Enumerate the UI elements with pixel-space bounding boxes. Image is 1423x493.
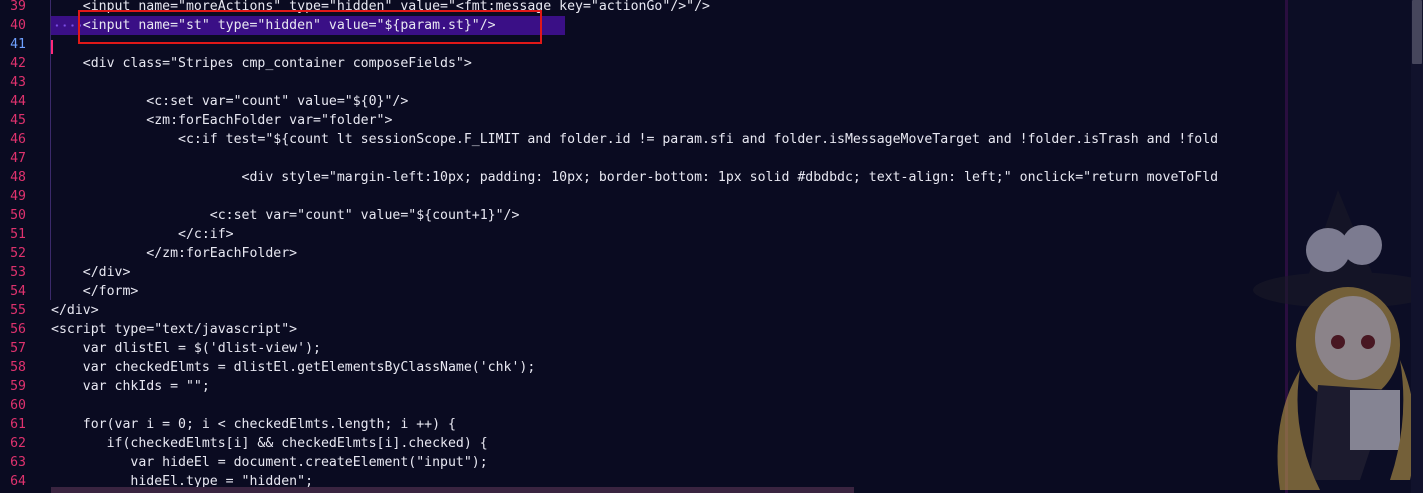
code-text[interactable]: </div> bbox=[51, 263, 131, 282]
line-number[interactable]: 60 bbox=[0, 396, 26, 415]
code-line[interactable]: 53 </div> bbox=[0, 263, 1290, 282]
line-number[interactable]: 42 bbox=[0, 54, 26, 73]
line-number[interactable]: 53 bbox=[0, 263, 26, 282]
code-line[interactable]: 60 bbox=[0, 396, 1290, 415]
line-number[interactable]: 62 bbox=[0, 434, 26, 453]
code-line[interactable]: 44 <c:set var="count" value="${0}"/> bbox=[0, 92, 1290, 111]
line-number[interactable]: 40 bbox=[0, 16, 26, 35]
code-text[interactable]: <script type="text/javascript"> bbox=[51, 320, 297, 339]
line-number[interactable]: 57 bbox=[0, 339, 26, 358]
code-line[interactable]: 49 bbox=[0, 187, 1290, 206]
code-line[interactable]: 51 </c:if> bbox=[0, 225, 1290, 244]
line-number[interactable]: 48 bbox=[0, 168, 26, 187]
line-number[interactable]: 51 bbox=[0, 225, 26, 244]
line-number[interactable]: 54 bbox=[0, 282, 26, 301]
code-line[interactable]: 61 for(var i = 0; i < checkedElmts.lengt… bbox=[0, 415, 1290, 434]
gutter-divider bbox=[50, 0, 51, 300]
line-number[interactable]: 64 bbox=[0, 472, 26, 491]
code-text[interactable]: var checkedElmts = dlistEl.getElementsBy… bbox=[51, 358, 536, 377]
line-number[interactable]: 41 bbox=[0, 35, 26, 54]
line-number[interactable]: 44 bbox=[0, 92, 26, 111]
line-number[interactable]: 55 bbox=[0, 301, 26, 320]
line-number[interactable]: 50 bbox=[0, 206, 26, 225]
annotation-box bbox=[78, 10, 542, 44]
code-line[interactable]: 59 var chkIds = ""; bbox=[0, 377, 1290, 396]
code-text[interactable]: <div style="margin-left:10px; padding: 1… bbox=[51, 168, 1219, 187]
line-number[interactable]: 58 bbox=[0, 358, 26, 377]
code-line[interactable]: 43 bbox=[0, 73, 1290, 92]
code-line[interactable]: 55 </div> bbox=[0, 301, 1290, 320]
vertical-scrollbar[interactable] bbox=[1411, 0, 1423, 493]
code-text[interactable]: <div class="Stripes cmp_container compos… bbox=[51, 54, 472, 73]
code-line[interactable]: 57 var dlistEl = $('dlist-view'); bbox=[0, 339, 1290, 358]
line-number[interactable]: 61 bbox=[0, 415, 26, 434]
line-number[interactable]: 39 bbox=[0, 0, 26, 16]
code-line[interactable]: 42 <div class="Stripes cmp_container com… bbox=[0, 54, 1290, 73]
mascot-image bbox=[1253, 190, 1423, 490]
code-text[interactable]: </form> bbox=[51, 282, 139, 301]
code-text[interactable]: <zm:forEachFolder var="folder"> bbox=[51, 111, 392, 130]
code-text[interactable]: var dlistEl = $('dlist-view'); bbox=[51, 339, 321, 358]
horizontal-scrollbar[interactable] bbox=[51, 487, 854, 493]
code-line[interactable]: 45 <zm:forEachFolder var="folder"> bbox=[0, 111, 1290, 130]
vertical-scroll-thumb[interactable] bbox=[1412, 0, 1422, 64]
code-text[interactable]: <c:set var="count" value="${count+1}"/> bbox=[51, 206, 520, 225]
code-line[interactable]: 63 var hideEl = document.createElement("… bbox=[0, 453, 1290, 472]
code-text[interactable]: var chkIds = ""; bbox=[51, 377, 210, 396]
code-text[interactable]: if(checkedElmts[i] && checkedElmts[i].ch… bbox=[51, 434, 488, 453]
code-line[interactable]: 46 <c:if test="${count lt sessionScope.F… bbox=[0, 130, 1290, 149]
code-editor[interactable]: 39 <input name="moreActions" type="hidde… bbox=[0, 0, 1423, 493]
code-text[interactable]: <c:if test="${count lt sessionScope.F_LI… bbox=[51, 130, 1218, 149]
code-line[interactable]: 58 var checkedElmts = dlistEl.getElement… bbox=[0, 358, 1290, 377]
code-line[interactable]: 56 <script type="text/javascript"> bbox=[0, 320, 1290, 339]
line-number[interactable]: 59 bbox=[0, 377, 26, 396]
code-text[interactable]: </c:if> bbox=[51, 225, 234, 244]
line-number[interactable]: 43 bbox=[0, 73, 26, 92]
code-line[interactable]: 54 </form> bbox=[0, 282, 1290, 301]
line-number[interactable]: 63 bbox=[0, 453, 26, 472]
code-text[interactable]: var hideEl = document.createElement("inp… bbox=[51, 453, 487, 472]
code-text[interactable]: </zm:forEachFolder> bbox=[51, 244, 297, 263]
line-number[interactable]: 46 bbox=[0, 130, 26, 149]
text-cursor bbox=[51, 40, 53, 54]
code-text[interactable]: </div> bbox=[51, 301, 99, 320]
code-line[interactable]: 52 </zm:forEachFolder> bbox=[0, 244, 1290, 263]
line-number[interactable]: 49 bbox=[0, 187, 26, 206]
line-number[interactable]: 56 bbox=[0, 320, 26, 339]
code-line[interactable]: 50 <c:set var="count" value="${count+1}"… bbox=[0, 206, 1290, 225]
line-number[interactable]: 47 bbox=[0, 149, 26, 168]
code-line[interactable]: 62 if(checkedElmts[i] && checkedElmts[i]… bbox=[0, 434, 1290, 453]
line-number[interactable]: 45 bbox=[0, 111, 26, 130]
line-number[interactable]: 52 bbox=[0, 244, 26, 263]
code-text[interactable]: <c:set var="count" value="${0}"/> bbox=[51, 92, 408, 111]
code-line[interactable]: 47 bbox=[0, 149, 1290, 168]
code-text[interactable]: for(var i = 0; i < checkedElmts.length; … bbox=[51, 415, 456, 434]
code-line[interactable]: 48 <div style="margin-left:10px; padding… bbox=[0, 168, 1290, 187]
